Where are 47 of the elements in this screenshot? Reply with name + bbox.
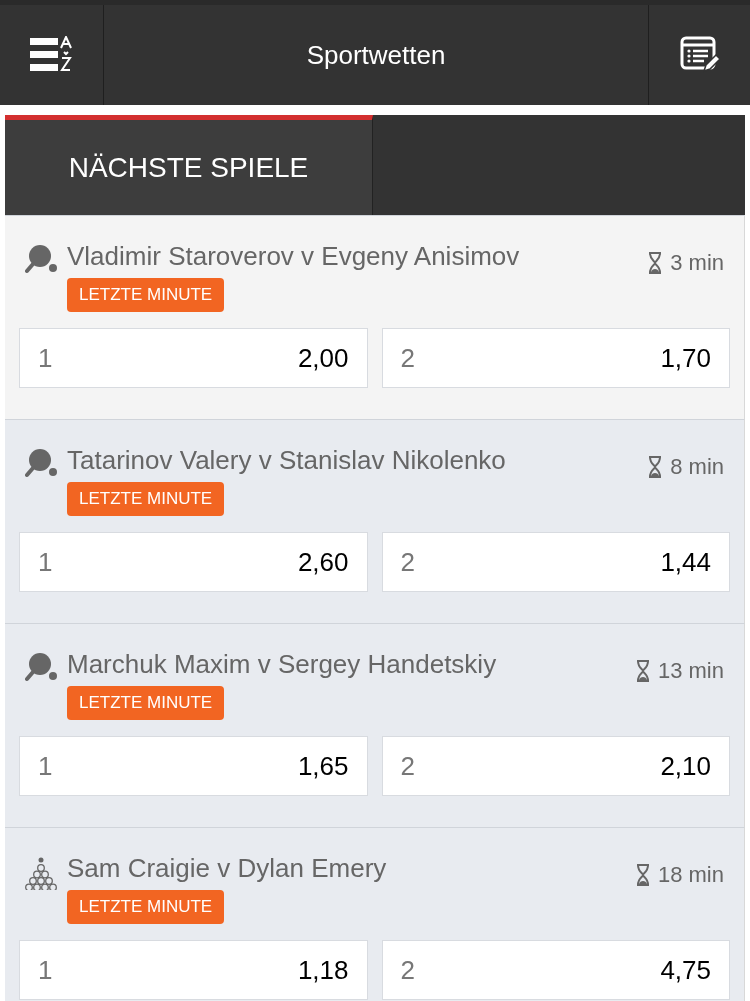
event-name: Tatarinov Valery v Stanislav Nikolenko xyxy=(67,444,506,477)
page-title: Sportwetten xyxy=(306,38,446,72)
outcome-label: 1 xyxy=(38,953,53,987)
odds-value: 2,00 xyxy=(297,341,349,375)
hourglass-icon xyxy=(635,863,650,886)
start-time: 18 min xyxy=(657,861,724,889)
last-minute-badge: LETZTE MINUTE xyxy=(67,686,225,720)
outcome-label: 2 xyxy=(400,749,415,783)
table-tennis-icon xyxy=(25,448,59,478)
hourglass-icon xyxy=(648,251,663,274)
odds-button[interactable]: 1 1,18 xyxy=(19,940,368,1000)
odds-button[interactable]: 2 1,70 xyxy=(381,328,730,388)
odds-button[interactable]: 2 4,75 xyxy=(381,940,730,1000)
outcome-label: 1 xyxy=(38,341,53,375)
odds-value: 1,70 xyxy=(660,341,711,375)
odds-button[interactable]: 2 1,44 xyxy=(381,532,730,592)
outcome-label: 1 xyxy=(38,749,53,783)
last-minute-badge: LETZTE MINUTE xyxy=(67,482,225,516)
sort-menu-icon[interactable] xyxy=(29,36,74,74)
last-minute-badge: LETZTE MINUTE xyxy=(67,278,225,312)
odds-value: 2,60 xyxy=(297,545,349,579)
outcome-label: 2 xyxy=(400,953,415,987)
odds-value: 1,18 xyxy=(297,953,349,987)
event-name: Vladimir Staroverov v Evgeny Anisimov xyxy=(67,240,520,273)
odds-button[interactable]: 1 2,00 xyxy=(19,328,368,388)
event-name: Marchuk Maxim v Sergey Handetskiy xyxy=(67,648,497,681)
odds-button[interactable]: 1 2,60 xyxy=(19,532,368,592)
outcome-label: 2 xyxy=(400,341,415,375)
odds-button[interactable]: 2 2,10 xyxy=(381,736,730,796)
outcome-label: 1 xyxy=(38,545,53,579)
table-tennis-icon xyxy=(25,244,59,274)
odds-value: 1,65 xyxy=(297,749,349,783)
outcome-label: 2 xyxy=(400,545,415,579)
last-minute-badge: LETZTE MINUTE xyxy=(67,890,225,924)
snooker-balls-icon xyxy=(25,856,59,890)
odds-value: 2,10 xyxy=(660,749,711,783)
table-tennis-icon xyxy=(25,652,59,682)
hourglass-icon xyxy=(635,659,650,682)
start-time: 3 min xyxy=(670,249,724,277)
start-time: 8 min xyxy=(670,453,724,481)
odds-button[interactable]: 1 1,65 xyxy=(19,736,368,796)
hourglass-icon xyxy=(648,455,663,478)
event-name: Sam Craigie v Dylan Emery xyxy=(67,852,387,885)
odds-value: 1,44 xyxy=(660,545,711,579)
tab[interactable]: NÄCHSTE SPIELE xyxy=(5,115,373,215)
odds-value: 4,75 xyxy=(660,953,711,987)
start-time: 13 min xyxy=(657,657,724,685)
